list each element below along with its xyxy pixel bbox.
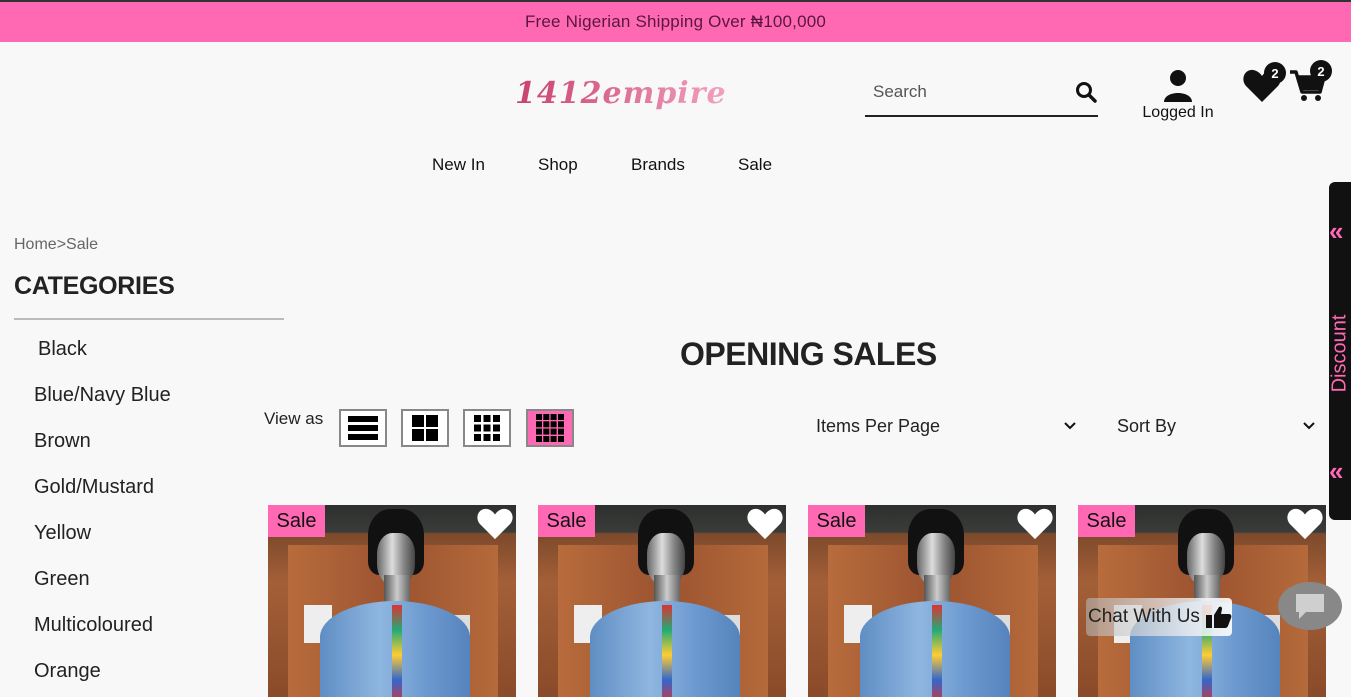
wishlist-heart-icon[interactable] — [1016, 507, 1054, 541]
items-per-page-label: Items Per Page — [816, 416, 941, 436]
product-card[interactable]: Sale — [268, 505, 516, 697]
category-item-black[interactable]: Black — [34, 338, 171, 384]
categories-heading: CATEGORIES — [14, 272, 175, 300]
announcement-text: Free Nigerian Shipping Over ₦100,000 — [524, 12, 827, 31]
items-per-page-select[interactable]: Items Per Page — [816, 416, 1076, 440]
account-label: Logged In — [1142, 104, 1214, 121]
grid-4-icon — [536, 414, 564, 442]
nav-new-in[interactable]: New In — [432, 155, 485, 175]
nav-shop[interactable]: Shop — [538, 155, 578, 175]
view-grid-2-button[interactable] — [401, 409, 449, 447]
category-item-yellow[interactable]: Yellow — [34, 522, 171, 568]
wishlist-heart-icon[interactable] — [746, 507, 784, 541]
discount-side-tab[interactable]: « Discount « — [1329, 182, 1351, 520]
nav-sale[interactable]: Sale — [738, 155, 772, 175]
breadcrumb-current: Sale — [66, 236, 99, 253]
product-card[interactable]: Sale — [538, 505, 786, 697]
site-logo[interactable]: 1412empire — [515, 76, 727, 111]
category-item-multicoloured[interactable]: Multicoloured — [34, 614, 171, 660]
chat-with-us-button[interactable]: Chat With Us — [1086, 598, 1232, 636]
chat-bubble-button[interactable] — [1278, 582, 1342, 630]
double-chevron-left-icon: « — [1329, 456, 1344, 486]
view-as-label: View as — [264, 409, 324, 428]
list-view-icon — [348, 416, 378, 440]
category-item-blue-navy[interactable]: Blue/Navy Blue — [34, 384, 171, 430]
category-list: Black Blue/Navy Blue Brown Gold/Mustard … — [34, 338, 171, 697]
cart-button[interactable]: 2 — [1288, 60, 1332, 106]
category-item-green[interactable]: Green — [34, 568, 171, 614]
cart-count-badge: 2 — [1310, 60, 1332, 82]
category-item-gold-mustard[interactable]: Gold/Mustard — [34, 476, 171, 522]
search-input[interactable] — [873, 78, 1073, 106]
sale-badge: Sale — [808, 505, 865, 537]
breadcrumb: Home>Sale — [14, 236, 98, 254]
view-grid-4-button[interactable] — [526, 409, 574, 447]
grid-2-icon — [412, 415, 438, 441]
wishlist-count-badge: 2 — [1264, 62, 1286, 84]
breadcrumb-separator: > — [56, 236, 67, 253]
sort-by-select[interactable]: Sort By — [1117, 416, 1315, 440]
categories-divider — [14, 318, 284, 320]
search-icon[interactable] — [1074, 80, 1098, 104]
announcement-bar: Free Nigerian Shipping Over ₦100,000 — [0, 0, 1351, 42]
discount-tab-label: Discount — [1328, 314, 1351, 393]
product-card[interactable]: Sale — [808, 505, 1056, 697]
thumbs-up-icon — [1205, 606, 1232, 628]
sale-badge: Sale — [538, 505, 595, 537]
double-chevron-left-icon: « — [1329, 216, 1344, 246]
chat-bubble-icon — [1296, 594, 1324, 619]
view-grid-3-button[interactable] — [463, 409, 511, 447]
chevron-down-icon — [1303, 422, 1315, 430]
nav-brands[interactable]: Brands — [631, 155, 685, 175]
chat-label: Chat With Us — [1088, 606, 1200, 627]
category-item-brown[interactable]: Brown — [34, 430, 171, 476]
grid-3-icon — [474, 415, 500, 441]
chevron-down-icon — [1064, 422, 1076, 430]
user-icon — [1164, 70, 1192, 102]
breadcrumb-home[interactable]: Home — [14, 236, 57, 253]
wishlist-button[interactable]: 2 — [1242, 62, 1286, 108]
main-nav: New In Shop Brands Sale — [0, 155, 1351, 179]
sort-by-label: Sort By — [1117, 416, 1177, 436]
wishlist-heart-icon[interactable] — [476, 507, 514, 541]
sale-badge: Sale — [268, 505, 325, 537]
view-list-button[interactable] — [339, 409, 387, 447]
sale-badge: Sale — [1078, 505, 1135, 537]
wishlist-heart-icon[interactable] — [1286, 507, 1324, 541]
account-button[interactable]: Logged In — [1138, 68, 1218, 122]
search-bar — [865, 74, 1098, 117]
category-item-orange[interactable]: Orange — [34, 660, 171, 697]
page-title: OPENING SALES — [680, 336, 937, 372]
